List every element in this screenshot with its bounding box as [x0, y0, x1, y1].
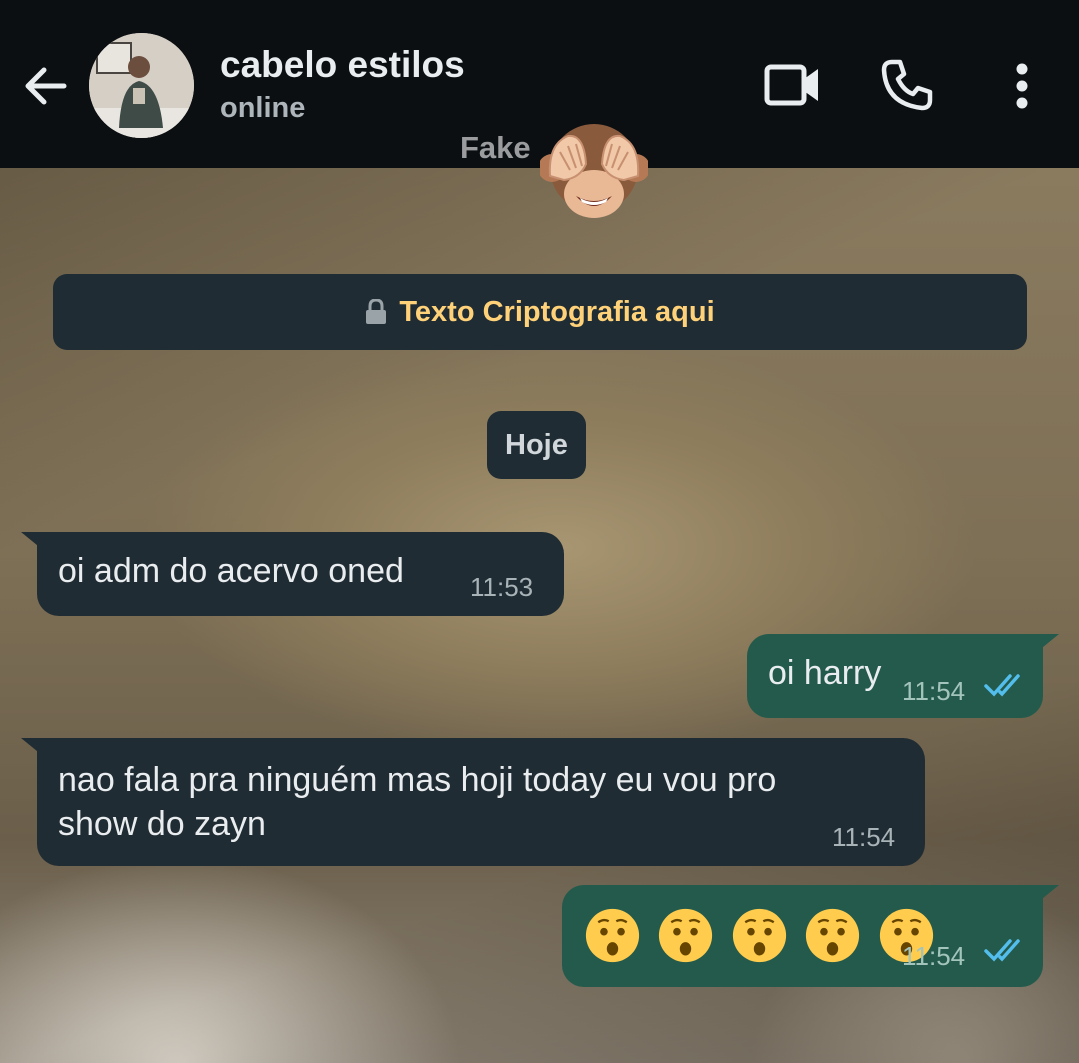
- read-receipt-icon: [984, 939, 1020, 962]
- message-time: 11:53: [470, 572, 534, 602]
- phone-icon: [881, 59, 933, 111]
- hushed-face-icon: [659, 908, 713, 963]
- back-button[interactable]: [18, 58, 74, 114]
- back-arrow-icon: [25, 67, 67, 105]
- read-receipt-icon: [984, 674, 1020, 697]
- bubble-tail: [1037, 634, 1059, 652]
- message-time: 11:54: [832, 822, 896, 852]
- fake-watermark: Fake: [460, 130, 531, 165]
- encryption-notice[interactable]: Texto Criptografia aqui: [53, 274, 1027, 350]
- emoji-row: [584, 907, 942, 964]
- lock-icon: [366, 299, 387, 324]
- date-divider: Hoje: [487, 411, 586, 479]
- video-call-icon: [764, 64, 818, 106]
- message-time: 11:54: [902, 941, 966, 971]
- more-options-button[interactable]: [1010, 62, 1034, 115]
- avatar-photo: [89, 33, 194, 138]
- see-no-evil-monkey-icon: [538, 116, 650, 228]
- voice-call-button[interactable]: [880, 58, 934, 117]
- message-text: nao fala pra ninguém mas hoji today eu v…: [58, 761, 777, 843]
- more-options-icon: [1016, 63, 1028, 109]
- message-bubble-outgoing[interactable]: oi harry 11:54: [747, 634, 1059, 718]
- message-bubble-incoming[interactable]: nao fala pra ninguém mas hoji today eu v…: [21, 738, 925, 866]
- hushed-face-icon: [732, 908, 787, 963]
- contact-avatar[interactable]: [89, 33, 194, 138]
- message-bubble-incoming[interactable]: oi adm do acervo oned 11:53: [21, 532, 564, 616]
- contact-name[interactable]: cabelo estilos: [220, 44, 465, 86]
- message-time: 11:54: [902, 676, 966, 706]
- hushed-face-icon: [585, 908, 640, 963]
- bubble-tail: [21, 738, 43, 756]
- bubble-tail: [1037, 885, 1059, 903]
- message-bubble-outgoing[interactable]: 11:54: [562, 885, 1059, 987]
- message-text: oi adm do acervo oned: [58, 552, 404, 590]
- hushed-face-icon: [806, 908, 860, 963]
- contact-status: online: [220, 92, 306, 124]
- video-call-button[interactable]: [764, 62, 822, 113]
- bubble-tail: [21, 532, 43, 550]
- encryption-text: Texto Criptografia aqui: [399, 295, 715, 328]
- message-text: oi harry: [768, 654, 882, 692]
